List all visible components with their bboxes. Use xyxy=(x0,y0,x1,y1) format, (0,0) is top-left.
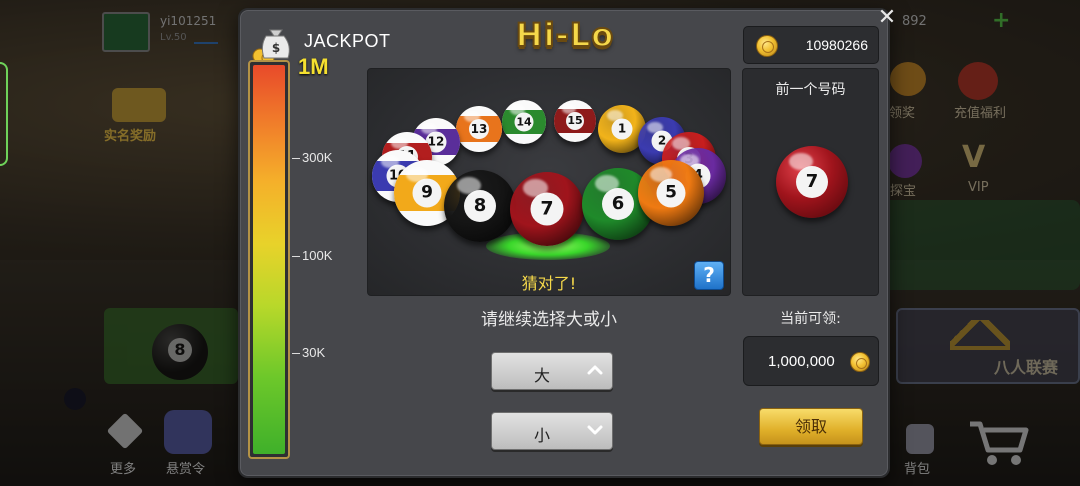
pool-ball-number: 6 xyxy=(602,188,634,220)
claimable-value: 1,000,000 xyxy=(768,353,835,370)
high-button[interactable]: 大 xyxy=(491,352,613,390)
result-text: 猜对了! xyxy=(521,274,577,293)
previous-ball-number: 7 xyxy=(796,166,828,198)
low-button-label: 小 xyxy=(533,426,550,445)
pool-ball-number: 14 xyxy=(514,112,534,132)
side-drawer-handle[interactable] xyxy=(0,62,8,166)
previous-number-label: 前一个号码 xyxy=(775,82,846,98)
pool-ball-number: 9 xyxy=(412,178,442,208)
money-bag-icon: $ xyxy=(252,29,290,64)
chevron-up-icon xyxy=(587,365,603,375)
pool-ball-13: 13 xyxy=(456,106,502,152)
close-button[interactable]: ✕ xyxy=(876,7,898,29)
pool-ball-number: 15 xyxy=(566,112,584,130)
pool-ball-15: 15 xyxy=(554,100,596,142)
choice-prompt: 请继续选择大或小 xyxy=(481,310,617,330)
pool-ball-14: 14 xyxy=(502,100,546,144)
coin-balance: 10980266 xyxy=(743,26,879,64)
pool-ball-number: 7 xyxy=(530,192,564,226)
jackpot-meter-fill xyxy=(253,65,285,454)
coin-icon xyxy=(850,352,870,372)
low-button[interactable]: 小 xyxy=(491,412,613,450)
jackpot-tick-label: 100K xyxy=(302,247,333,263)
previous-ball: 7 xyxy=(776,146,848,218)
jackpot-tick xyxy=(292,352,300,354)
pool-ball-number: 8 xyxy=(464,190,496,222)
pool-ball-number: 13 xyxy=(469,119,489,139)
high-button-label: 大 xyxy=(533,366,550,385)
pool-ball-8: 8 xyxy=(444,170,516,242)
jackpot-tick xyxy=(292,255,300,257)
dialog-title: Hi-Lo xyxy=(515,15,615,55)
coin-balance-value: 10980266 xyxy=(805,37,868,53)
pool-ball-number: 5 xyxy=(656,178,686,208)
jackpot-tick-label: 300K xyxy=(302,150,333,166)
jackpot-tick-label: 30K xyxy=(302,344,326,360)
pool-ball-number: 1 xyxy=(611,118,633,140)
pool-ball-5: 5 xyxy=(638,160,704,226)
jackpot-label: JACKPOT xyxy=(304,31,391,51)
help-button[interactable]: ? xyxy=(694,261,724,290)
jackpot-max-label: 1M xyxy=(298,54,329,79)
coin-icon xyxy=(756,35,778,57)
pool-ball-7: 7 xyxy=(510,172,584,246)
jackpot-meter xyxy=(248,60,290,459)
claimable-amount: 1,000,000 xyxy=(743,336,879,386)
claim-button[interactable]: 领取 xyxy=(759,408,863,445)
jackpot-tick xyxy=(292,158,300,160)
chevron-down-icon xyxy=(587,425,603,435)
svg-text:$: $ xyxy=(272,41,280,55)
claimable-label: 当前可领: xyxy=(780,311,841,327)
